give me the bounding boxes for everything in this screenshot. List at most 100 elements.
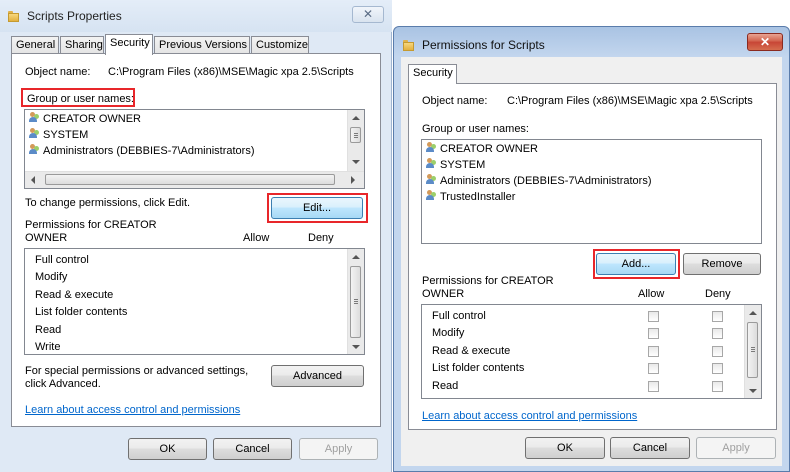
close-button[interactable]: ✕ (352, 6, 384, 23)
change-permissions-hint: To change permissions, click Edit. (25, 197, 191, 209)
scroll-thumb[interactable] (350, 127, 361, 143)
user-name: Administrators (DEBBIES-7\Administrators… (43, 145, 255, 157)
allow-checkbox[interactable] (648, 311, 659, 322)
list-item[interactable]: TrustedInstaller (426, 189, 515, 205)
users-icon (29, 144, 40, 155)
user-name: TrustedInstaller (440, 191, 516, 203)
permissions-list[interactable]: Full control Modify Read & execute List … (421, 304, 762, 399)
permissions-for-label-2: OWNER (25, 232, 68, 244)
permission-row: List folder contents (35, 306, 128, 318)
permission-row: Read (432, 380, 459, 392)
close-icon: ✕ (362, 7, 374, 21)
folder-icon (403, 39, 415, 51)
allow-column-header: Allow (638, 288, 665, 300)
users-icon (29, 112, 40, 123)
scroll-left-arrow-icon[interactable] (31, 176, 35, 184)
list-item[interactable]: CREATOR OWNER (426, 141, 538, 157)
scroll-up-arrow-icon[interactable] (749, 311, 757, 315)
list-item[interactable]: Administrators (DEBBIES-7\Administrators… (426, 173, 652, 189)
scroll-up-arrow-icon[interactable] (352, 255, 360, 259)
users-icon (426, 142, 437, 153)
scroll-thumb[interactable] (747, 322, 758, 378)
deny-checkbox[interactable] (712, 346, 723, 357)
learn-access-control-link[interactable]: Learn about access control and permissio… (25, 404, 240, 416)
object-name-value: C:\Program Files (x86)\MSE\Magic xpa 2.5… (108, 66, 354, 78)
special-permissions-text-2: click Advanced. (25, 378, 101, 390)
scroll-down-arrow-icon[interactable] (352, 160, 360, 164)
learn-access-control-link[interactable]: Learn about access control and permissio… (422, 410, 637, 422)
h-scroll-thumb[interactable] (45, 174, 335, 185)
users-icon (426, 158, 437, 169)
remove-button[interactable]: Remove (683, 253, 761, 275)
ok-button[interactable]: OK (525, 437, 605, 459)
deny-checkbox[interactable] (712, 311, 723, 322)
user-list[interactable]: CREATOR OWNER SYSTEM Administrators (DEB… (421, 139, 762, 244)
allow-checkbox[interactable] (648, 328, 659, 339)
tab-sharing[interactable]: Sharing (60, 36, 104, 54)
allow-checkbox[interactable] (648, 346, 659, 357)
allow-checkbox[interactable] (648, 381, 659, 392)
allow-column-header: Allow (243, 232, 270, 244)
scroll-down-arrow-icon[interactable] (749, 389, 757, 393)
list-item[interactable]: SYSTEM (426, 157, 485, 173)
tab-strip: General Sharing Security Previous Versio… (11, 34, 381, 55)
permission-row: Full control (35, 254, 89, 266)
tab-general[interactable]: General (11, 36, 59, 54)
allow-checkbox[interactable] (648, 398, 659, 399)
tab-security[interactable]: Security (408, 64, 457, 84)
tab-security[interactable]: Security (105, 34, 153, 55)
users-icon (29, 128, 40, 139)
user-list-hscrollbar[interactable] (25, 171, 364, 188)
advanced-button[interactable]: Advanced (271, 365, 364, 387)
window-title: Permissions for Scripts (422, 38, 545, 52)
list-item[interactable]: SYSTEM (29, 127, 88, 143)
deny-checkbox[interactable] (712, 398, 723, 399)
user-list[interactable]: CREATOR OWNER SYSTEM Administrators (DEB… (24, 109, 365, 189)
tab-previous-versions[interactable]: Previous Versions (154, 36, 250, 54)
permissions-vscrollbar[interactable] (744, 305, 761, 398)
ok-button[interactable]: OK (128, 438, 207, 460)
user-name: SYSTEM (43, 129, 89, 141)
allow-checkbox[interactable] (648, 363, 659, 374)
permissions-for-label-1: Permissions for CREATOR (422, 275, 554, 287)
deny-checkbox[interactable] (712, 363, 723, 374)
deny-column-header: Deny (308, 232, 334, 244)
scroll-down-arrow-icon[interactable] (352, 345, 360, 349)
permissions-for-scripts-window: Permissions for Scripts ✕ Security Objec… (393, 26, 790, 472)
tab-customize[interactable]: Customize (251, 36, 309, 54)
permissions-vscrollbar[interactable] (347, 249, 364, 354)
special-permissions-text-1: For special permissions or advanced sett… (25, 365, 249, 377)
deny-checkbox[interactable] (712, 328, 723, 339)
user-list-vscrollbar[interactable] (347, 110, 364, 172)
user-name: CREATOR OWNER (43, 113, 141, 125)
folder-icon (8, 10, 20, 22)
permission-row: Read (35, 324, 62, 336)
permission-row-partial: Wr (432, 394, 446, 398)
group-label: Group or user names: (422, 123, 529, 135)
list-item[interactable]: CREATOR OWNER (29, 111, 141, 127)
users-icon (426, 190, 437, 201)
apply-button: Apply (696, 437, 776, 459)
deny-column-header: Deny (705, 288, 731, 300)
deny-checkbox[interactable] (712, 381, 723, 392)
group-label-highlight (21, 88, 135, 107)
list-item[interactable]: Administrators (DEBBIES-7\Administrators… (29, 143, 255, 159)
permission-row: Modify (35, 271, 68, 283)
permissions-list[interactable]: Full control Modify Read & execute List … (24, 248, 365, 355)
users-icon (426, 174, 437, 185)
apply-button: Apply (299, 438, 378, 460)
close-button[interactable]: ✕ (747, 33, 783, 51)
cancel-button[interactable]: Cancel (213, 438, 292, 460)
window-title: Scripts Properties (27, 9, 122, 23)
permission-row: Full control (432, 310, 486, 322)
user-name: SYSTEM (440, 159, 486, 171)
object-name-value: C:\Program Files (x86)\MSE\Magic xpa 2.5… (507, 95, 753, 107)
add-button-highlight (593, 249, 680, 279)
scroll-thumb[interactable] (350, 266, 361, 338)
user-name: CREATOR OWNER (440, 143, 538, 155)
cancel-button[interactable]: Cancel (610, 437, 690, 459)
scripts-properties-window: Scripts Properties ✕ General Sharing Sec… (0, 0, 392, 472)
scroll-right-arrow-icon[interactable] (351, 176, 355, 184)
permission-row: Write (35, 341, 61, 353)
scroll-up-arrow-icon[interactable] (352, 116, 360, 120)
